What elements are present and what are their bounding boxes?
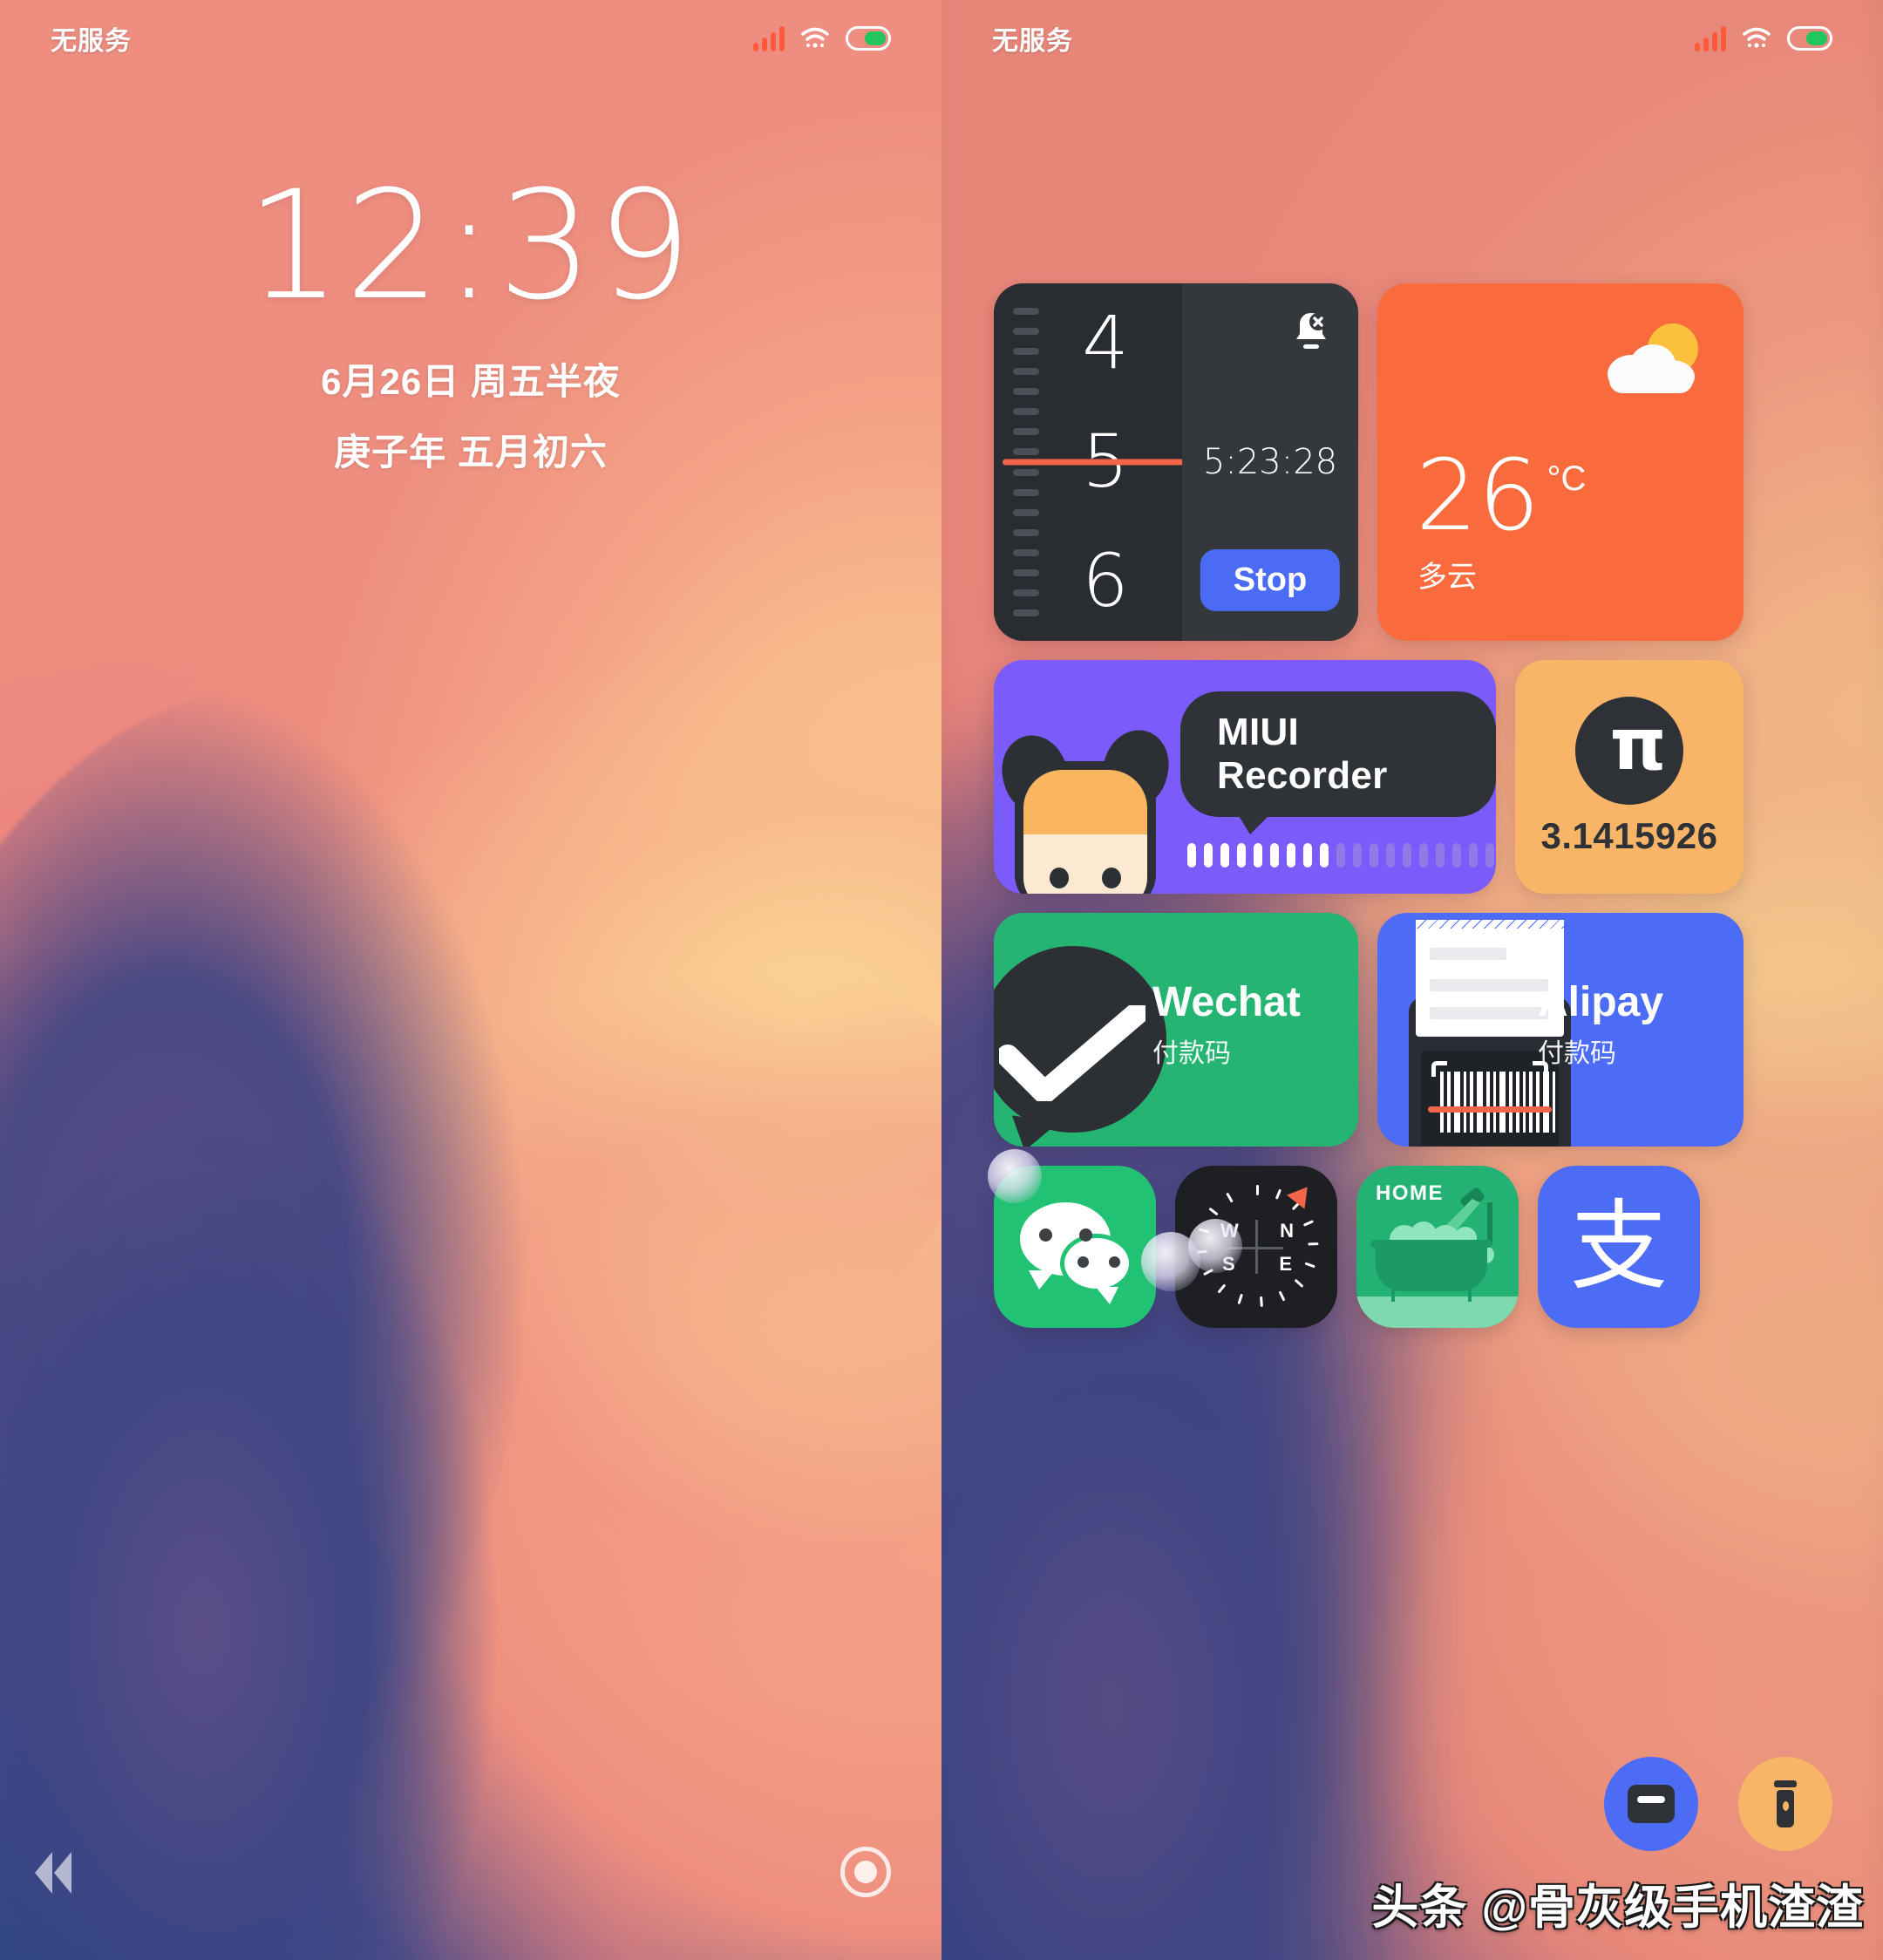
weather-condition: 多云 — [1417, 561, 1477, 594]
battery-icon — [1787, 26, 1832, 51]
recorder-widget[interactable]: MIUI Recorder — [994, 660, 1496, 894]
wallet-icon — [1628, 1785, 1675, 1823]
app-icon-home[interactable]: HOME — [1356, 1166, 1519, 1328]
pi-symbol-icon: π — [1575, 697, 1683, 805]
signal-bars-icon — [753, 25, 785, 51]
bathtub-shower-icon — [1376, 1246, 1487, 1291]
alipay-pay-widget[interactable]: Alipay 付款码 — [1377, 913, 1744, 1147]
compass-label-e: E — [1279, 1253, 1292, 1275]
app-icon-row: W N S E — [994, 1166, 1744, 1328]
lock-screen-panel: 无服务 12:39 6月26日 周五半夜 庚子年 五月初六 — [0, 0, 942, 1960]
alarm-info-pane: 5:23:28 Stop — [1182, 283, 1358, 641]
clock-time: 12:39 — [246, 158, 696, 333]
calculator-value: 3.1415926 — [1540, 815, 1718, 856]
widget-grid: 4 5 6 5:23:28 Stop 26 °C 多云 MIUI Recorde… — [994, 283, 1744, 1347]
alarm-value-next: 6 — [1082, 537, 1129, 623]
clock-date: 6月26日 周五半夜 — [321, 361, 621, 402]
flashlight-icon — [1774, 1780, 1797, 1827]
alarm-time-picker[interactable]: 4 5 6 — [994, 283, 1184, 641]
shortcut-flashlight[interactable] — [1738, 1757, 1832, 1851]
wifi-icon — [1743, 27, 1771, 48]
widget-row-1: 4 5 6 5:23:28 Stop 26 °C 多云 — [994, 283, 1744, 641]
quick-shortcuts — [1604, 1757, 1832, 1851]
alipay-zhi-icon: 支 — [1570, 1190, 1668, 1303]
wechat-pay-title: Wechat — [1152, 979, 1301, 1025]
compass-label-n: N — [1280, 1220, 1294, 1242]
weather-widget[interactable]: 26 °C 多云 — [1377, 283, 1744, 641]
double-chevron-left-icon[interactable] — [35, 1852, 71, 1894]
mi-bunny-icon — [994, 721, 1178, 894]
dual-phone-screenshot: 无服务 12:39 6月26日 周五半夜 庚子年 五月初六 无服务 4 5 6 … — [0, 0, 1883, 1960]
widget-row-2: MIUI Recorder π 3.1415926 — [994, 660, 1744, 894]
camera-shutter-icon[interactable] — [840, 1847, 891, 1897]
lockscreen-clock: 12:39 6月26日 周五半夜 庚子年 五月初六 — [0, 171, 942, 476]
pi-glyph: π — [1609, 704, 1667, 786]
drag-glow-handle-3[interactable] — [1141, 1232, 1200, 1291]
wifi-icon — [801, 27, 829, 48]
bell-off-icon[interactable] — [1290, 310, 1332, 357]
calculator-widget[interactable]: π 3.1415926 — [1515, 660, 1744, 894]
signal-bars-icon — [1695, 25, 1726, 51]
carrier-label: 无服务 — [51, 27, 132, 56]
home-app-label: HOME — [1376, 1181, 1444, 1205]
drag-glow-handle-1[interactable] — [988, 1149, 1042, 1203]
wechat-pay-subtitle: 付款码 — [1152, 1039, 1231, 1069]
lock-status-bar: 无服务 — [0, 0, 942, 77]
app-icon-alipay[interactable]: 支 — [1538, 1166, 1700, 1328]
sun-behind-cloud-icon — [1608, 323, 1702, 395]
home-status-bar: 无服务 — [942, 0, 1883, 77]
alipay-pay-text: Alipay 付款码 — [1538, 979, 1721, 1070]
wechat-pay-widget[interactable]: Wechat 付款码 — [994, 913, 1358, 1147]
alarm-stop-button[interactable]: Stop — [1200, 549, 1341, 611]
shortcut-wallet[interactable] — [1604, 1757, 1698, 1851]
system-icons — [1695, 25, 1832, 51]
alipay-pay-title: Alipay — [1538, 979, 1664, 1025]
recorder-title: MIUI Recorder — [1217, 711, 1388, 797]
alarm-value-prev: 4 — [1082, 299, 1129, 385]
carrier-label: 无服务 — [992, 27, 1073, 56]
lock-bottom-bar — [0, 1841, 942, 1920]
alipay-pay-subtitle: 付款码 — [1538, 1039, 1616, 1069]
wechat-pay-text: Wechat 付款码 — [1152, 979, 1336, 1070]
weather-temperature: 26 °C — [1416, 439, 1587, 553]
alarm-countdown: 5:23:28 — [1202, 442, 1338, 482]
home-screen-panel: 无服务 4 5 6 5:23:28 Stop 26 °C 多云 MIUI Rec… — [942, 0, 1883, 1960]
temperature-unit: °C — [1547, 459, 1587, 498]
alarm-widget[interactable]: 4 5 6 5:23:28 Stop — [994, 283, 1358, 641]
widget-row-3: Wechat 付款码 Alipay 付款码 — [994, 913, 1744, 1147]
checkmark-icon — [999, 1005, 1145, 1101]
temperature-value: 26 — [1416, 439, 1540, 553]
clock-lunar-date: 庚子年 五月初六 — [334, 432, 608, 473]
recorder-title-bubble: MIUI Recorder — [1180, 691, 1496, 834]
battery-icon — [846, 26, 891, 51]
alarm-selection-indicator — [1003, 459, 1184, 466]
system-icons — [753, 25, 891, 51]
audio-waveform-icon — [1187, 843, 1494, 868]
wechat-check-bubble-icon — [994, 946, 1166, 1133]
watermark-text: 头条 @骨灰级手机渣渣 — [1371, 1882, 1864, 1934]
